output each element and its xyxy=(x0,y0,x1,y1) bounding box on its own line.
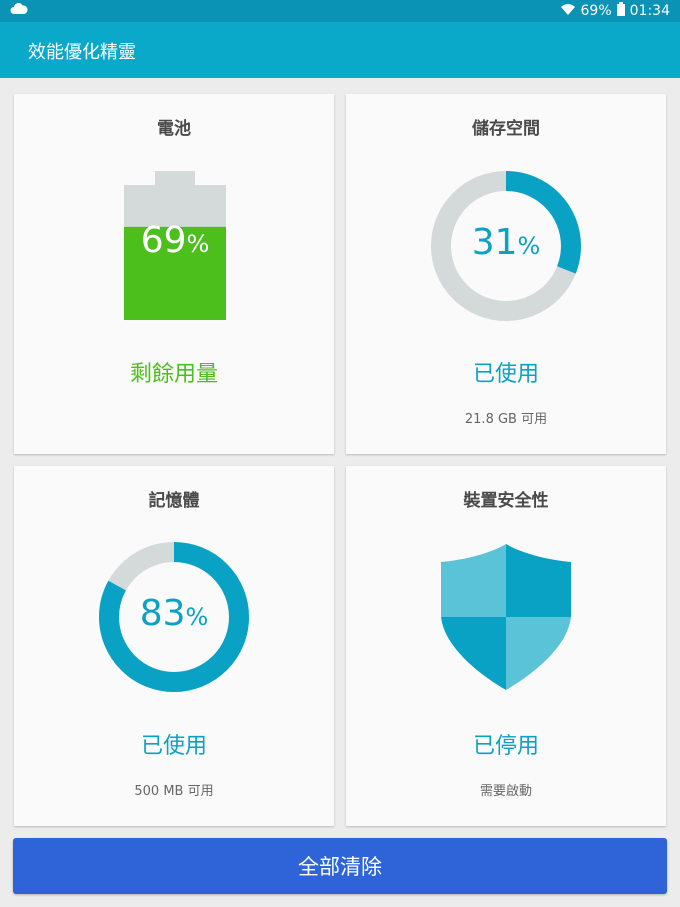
storage-percent-label: 31% xyxy=(430,222,582,263)
memory-status: 已使用 xyxy=(140,734,207,759)
battery-percent-label: 69% xyxy=(124,220,226,261)
clock: 01:34 xyxy=(629,3,670,19)
wifi-icon xyxy=(560,2,576,20)
cloud-icon xyxy=(10,3,28,19)
clear-all-button[interactable]: 全部清除 xyxy=(13,838,667,894)
storage-unit: % xyxy=(517,232,541,260)
memory-card[interactable]: 記憶體 83% 已使用 500 MB 可用 xyxy=(14,466,334,826)
security-card-title: 裝置安全性 xyxy=(463,491,549,511)
security-status: 已停用 xyxy=(472,734,539,759)
storage-card-title: 儲存空間 xyxy=(472,119,540,139)
storage-available: 21.8 GB 可用 xyxy=(464,412,548,427)
battery-card-title: 電池 xyxy=(157,119,191,139)
battery-value: 69 xyxy=(140,220,187,261)
battery-status: 剩餘用量 xyxy=(129,362,218,387)
memory-card-title: 記憶體 xyxy=(148,491,200,511)
security-detail: 需要啟動 xyxy=(479,784,532,799)
battery-percent: 69% xyxy=(580,3,612,19)
storage-value: 31 xyxy=(471,222,518,263)
app-title: 效能優化精靈 xyxy=(28,42,136,63)
memory-value: 83 xyxy=(139,593,186,634)
memory-available: 500 MB 可用 xyxy=(134,784,214,799)
storage-card[interactable]: 儲存空間 31% 已使用 21.8 GB 可用 xyxy=(346,94,666,454)
battery-icon xyxy=(616,2,625,20)
app-bar: 效能優化精靈 xyxy=(0,22,680,78)
battery-cap xyxy=(155,171,195,187)
battery-card[interactable]: 電池 69% 剩餘用量 xyxy=(14,94,334,454)
memory-percent-label: 83% xyxy=(98,593,250,634)
shield-icon xyxy=(441,544,571,690)
storage-status: 已使用 xyxy=(472,362,539,387)
memory-unit: % xyxy=(185,603,209,631)
battery-unit: % xyxy=(186,230,210,258)
status-bar: 69% 01:34 xyxy=(0,0,680,22)
security-card[interactable]: 裝置安全性 已停用 需要啟動 xyxy=(346,466,666,826)
